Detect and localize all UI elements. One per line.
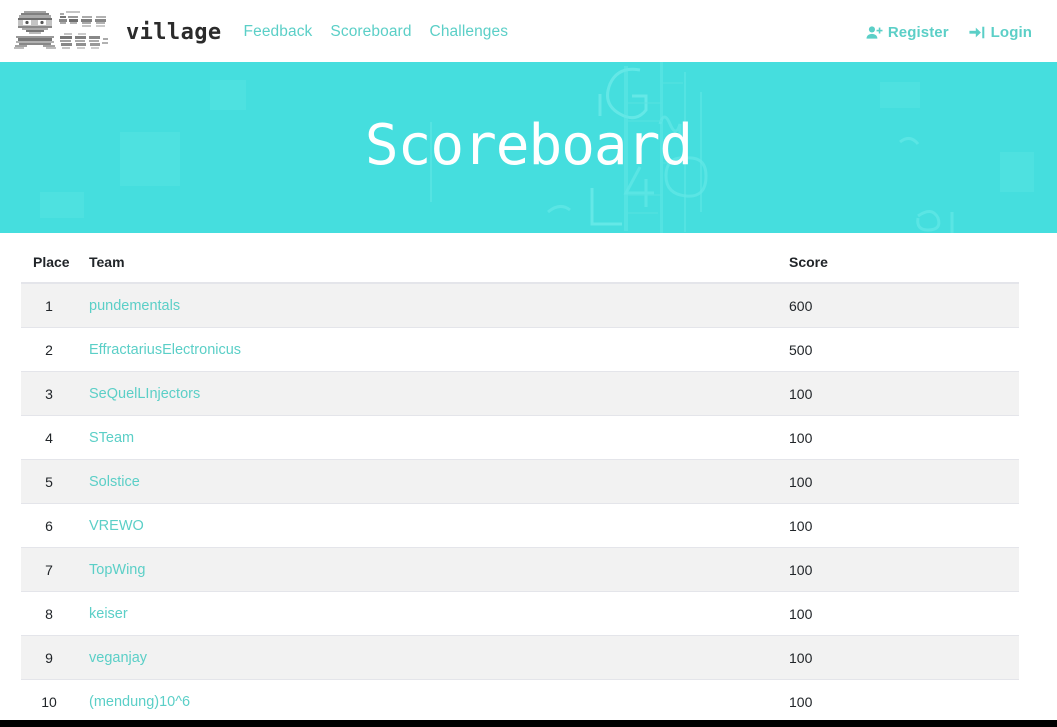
team-link[interactable]: EffractariusElectronicus xyxy=(89,342,241,358)
nav-item-feedback[interactable]: Feedback xyxy=(244,24,313,40)
brand-word: village xyxy=(126,19,222,45)
row-place: 4 xyxy=(21,415,77,460)
row-score: 100 xyxy=(789,429,813,446)
viewport-bottom-edge xyxy=(0,720,1057,727)
nav-item-challenges[interactable]: Challenges xyxy=(430,24,509,40)
row-place: 9 xyxy=(21,635,77,680)
row-score: 100 xyxy=(789,561,813,578)
row-place: 7 xyxy=(21,547,77,592)
column-header-team: Team xyxy=(77,233,777,284)
brand-logo-link[interactable]: village xyxy=(12,7,222,55)
table-row: 6 VREWO 100 xyxy=(21,503,1019,548)
table-body: 1 pundementals 600 2 EffractariusElectro… xyxy=(21,282,1019,727)
row-score: 100 xyxy=(789,605,813,622)
table-row: 7 TopWing 100 xyxy=(21,547,1019,592)
row-score: 100 xyxy=(789,517,813,534)
navbar: village Feedback Scoreboard Challenges R… xyxy=(0,0,1057,62)
team-link[interactable]: (mendung)10^6 xyxy=(89,694,190,710)
table-row: 8 keiser 100 xyxy=(21,591,1019,636)
appsec-skull-glitch-logo-icon xyxy=(14,11,108,49)
table-row: 9 veganjay 100 xyxy=(21,635,1019,680)
primary-nav: Feedback Scoreboard Challenges xyxy=(244,24,509,40)
table-row: 3 SeQuelLInjectors 100 xyxy=(21,371,1019,416)
table-row: 4 STeam 100 xyxy=(21,415,1019,460)
row-place: 6 xyxy=(21,503,77,548)
table-row: 10 (mendung)10^6 100 xyxy=(21,679,1019,724)
row-score: 100 xyxy=(789,693,813,710)
team-link[interactable]: veganjay xyxy=(89,650,147,666)
table-header-row: Place Team Score xyxy=(21,233,1019,284)
row-place: 10 xyxy=(21,679,77,724)
team-link[interactable]: Solstice xyxy=(89,474,140,490)
row-score: 100 xyxy=(789,385,813,402)
row-place: 3 xyxy=(21,371,77,416)
page-title: Scoreboard xyxy=(364,112,693,178)
row-place: 8 xyxy=(21,591,77,636)
row-place: 1 xyxy=(21,282,77,328)
scoreboard-table: Place Team Score 1 pundementals 600 2 Ef… xyxy=(21,233,1019,727)
nav-item-scoreboard[interactable]: Scoreboard xyxy=(330,24,411,40)
column-header-score: Score xyxy=(777,233,1019,284)
register-label: Register xyxy=(887,23,949,41)
row-score: 600 xyxy=(789,297,813,314)
table-row: 1 pundementals 600 xyxy=(21,282,1019,328)
user-plus-icon xyxy=(866,25,883,39)
table-row: 2 EffractariusElectronicus 500 xyxy=(21,327,1019,372)
team-link[interactable]: keiser xyxy=(89,606,128,622)
row-place: 2 xyxy=(21,327,77,372)
team-link[interactable]: TopWing xyxy=(89,562,145,578)
team-link[interactable]: VREWO xyxy=(89,518,144,534)
page-hero: Scoreboard xyxy=(0,62,1057,233)
table-row: 5 Solstice 100 xyxy=(21,459,1019,504)
row-place: 5 xyxy=(21,459,77,504)
column-header-place: Place xyxy=(21,233,77,284)
team-link[interactable]: STeam xyxy=(89,430,134,446)
row-score: 100 xyxy=(789,649,813,666)
table-header: Place Team Score xyxy=(21,233,1019,284)
login-link[interactable]: Login xyxy=(969,25,1032,40)
row-score: 100 xyxy=(789,473,813,490)
account-nav: Register Login xyxy=(866,25,1040,40)
team-link[interactable]: pundementals xyxy=(89,298,180,314)
sign-in-icon xyxy=(969,26,984,38)
scoreboard-container: Place Team Score 1 pundementals 600 2 Ef… xyxy=(0,233,1057,727)
row-score: 500 xyxy=(789,341,813,358)
team-link[interactable]: SeQuelLInjectors xyxy=(89,386,200,402)
register-link[interactable]: Register xyxy=(866,25,949,40)
login-label: Login xyxy=(990,23,1032,41)
